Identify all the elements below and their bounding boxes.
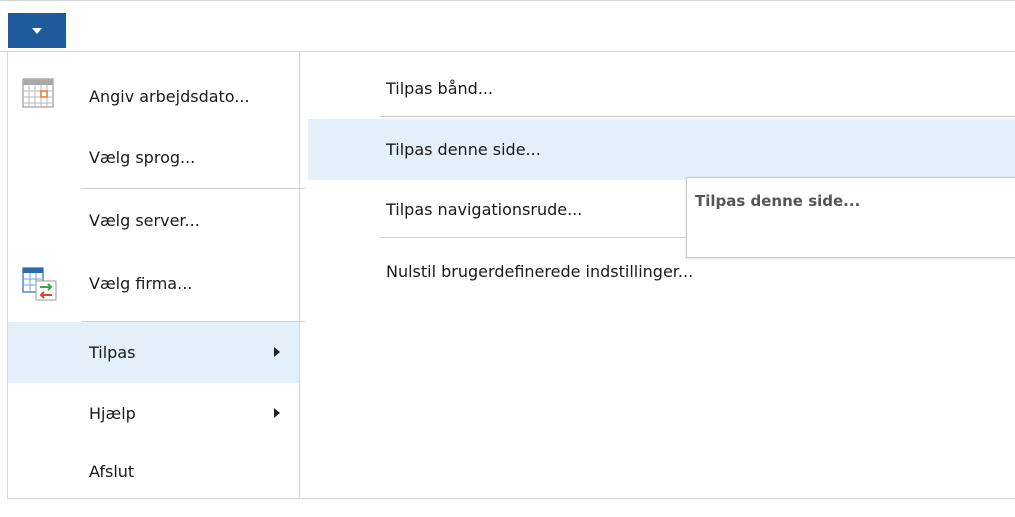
menu-item-exit[interactable]: Afslut [8, 441, 299, 502]
tooltip-title: Tilpas denne side... [695, 192, 861, 210]
menu-item-label: Vælg firma... [89, 274, 193, 293]
top-bar [0, 0, 1015, 52]
submenu-item-customize-ribbon[interactable]: Tilpas bånd... [308, 58, 1015, 119]
menu-separator [81, 188, 305, 189]
chevron-right-icon [274, 347, 280, 357]
menu-item-select-company[interactable]: Vælg firma... [8, 253, 299, 314]
menu-item-label: Hjælp [89, 404, 136, 423]
submenu-item-label: Nulstil brugerdefinerede indstillinger..… [386, 262, 694, 281]
menu-item-label: Tilpas [89, 343, 136, 362]
menu-item-label: Vælg sprog... [89, 148, 196, 167]
caret-down-icon [32, 27, 42, 34]
menu-item-select-server[interactable]: Vælg server... [8, 190, 299, 251]
menu-item-help[interactable]: Hjælp [8, 383, 299, 444]
menu-divider [299, 52, 300, 498]
menu-item-label: Angiv arbejdsdato... [89, 87, 250, 106]
menu-item-select-language[interactable]: Vælg sprog... [8, 127, 299, 188]
switch-company-icon [22, 267, 58, 305]
tooltip: Tilpas denne side... [686, 177, 1015, 258]
menu-item-label: Vælg server... [89, 211, 200, 230]
submenu-separator [380, 116, 1015, 117]
submenu-item-label: Tilpas navigationsrude... [386, 200, 583, 219]
calendar-icon [22, 78, 54, 112]
application-menu: Angiv arbejdsdato... Vælg sprog... Vælg … [8, 56, 305, 498]
chevron-right-icon [274, 408, 280, 418]
submenu-item-label: Tilpas bånd... [386, 79, 494, 98]
submenu-item-label: Tilpas denne side... [386, 140, 541, 159]
menu-item-customize[interactable]: Tilpas [8, 322, 299, 383]
customize-submenu: Tilpas bånd... Tilpas denne side... Tilp… [308, 56, 1015, 498]
submenu-item-customize-page[interactable]: Tilpas denne side... [308, 119, 1015, 180]
menu-item-set-work-date[interactable]: Angiv arbejdsdato... [8, 66, 299, 127]
app-menu-button[interactable] [8, 13, 66, 48]
menu-item-label: Afslut [89, 462, 135, 481]
